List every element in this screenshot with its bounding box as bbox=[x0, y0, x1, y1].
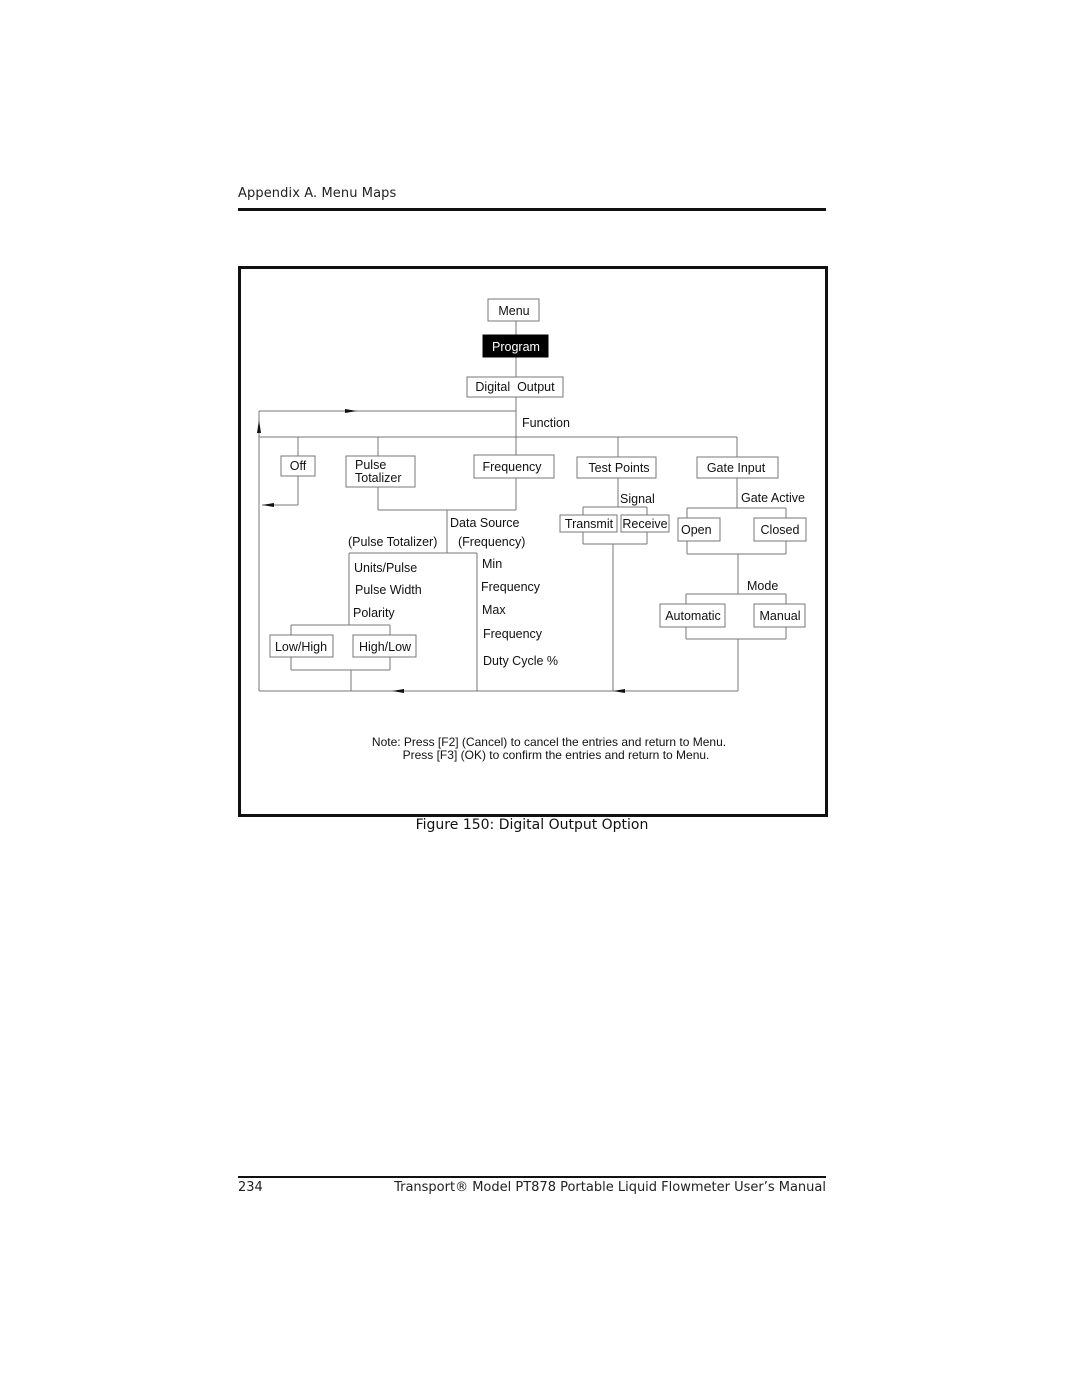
label-min: Min bbox=[482, 557, 502, 571]
node-closed-label: Closed bbox=[761, 523, 800, 537]
arrow-up-icon bbox=[257, 420, 261, 433]
node-pulse-totalizer-label-2: Totalizer bbox=[355, 471, 402, 485]
arrow-left-icon bbox=[392, 689, 404, 693]
node-frequency: Frequency bbox=[473, 454, 555, 479]
node-pulse-totalizer: Pulse Totalizer bbox=[345, 455, 416, 488]
node-low-high: Low/High bbox=[269, 634, 334, 658]
node-off: Off bbox=[280, 455, 316, 477]
node-open: Open bbox=[677, 517, 721, 542]
arrow-left-icon bbox=[262, 503, 274, 507]
node-menu-label: Menu bbox=[498, 304, 529, 318]
label-duty-cycle: Duty Cycle % bbox=[483, 654, 558, 668]
label-signal: Signal bbox=[620, 492, 655, 506]
note-line-2: Press [F3] (OK) to confirm the entries a… bbox=[403, 748, 710, 762]
node-automatic: Automatic bbox=[659, 603, 726, 628]
node-gate-input: Gate Input bbox=[696, 456, 779, 479]
label-min-frequency: Frequency bbox=[481, 580, 541, 594]
label-pulse-width: Pulse Width bbox=[355, 583, 422, 597]
manual-title: Transport® Model PT878 Portable Liquid F… bbox=[394, 1180, 826, 1195]
node-digital-output-label: Digital Output bbox=[475, 380, 555, 394]
page-number: 234 bbox=[238, 1180, 263, 1195]
node-manual: Manual bbox=[753, 603, 806, 628]
node-high-low-label: High/Low bbox=[359, 640, 412, 654]
node-open-label: Open bbox=[681, 523, 712, 537]
label-polarity: Polarity bbox=[353, 606, 395, 620]
node-test-points-label: Test Points bbox=[588, 461, 649, 475]
node-off-label: Off bbox=[290, 459, 307, 473]
node-transmit: Transmit bbox=[559, 514, 618, 533]
node-test-points: Test Points bbox=[576, 456, 657, 479]
node-digital-output: Digital Output bbox=[466, 376, 564, 398]
label-function: Function bbox=[522, 416, 570, 430]
figure-caption: Figure 150: Digital Output Option bbox=[415, 817, 649, 833]
label-units-pulse: Units/Pulse bbox=[354, 561, 417, 575]
arrow-left-icon bbox=[613, 689, 625, 693]
label-frequency-source: (Frequency) bbox=[458, 535, 525, 549]
arrow-right-icon bbox=[345, 409, 357, 413]
footer-rule bbox=[238, 1176, 826, 1178]
node-low-high-label: Low/High bbox=[275, 640, 327, 654]
node-gate-input-label: Gate Input bbox=[707, 461, 766, 475]
node-program-label: Program bbox=[492, 340, 540, 354]
node-menu: Menu bbox=[487, 298, 540, 322]
label-gate-active: Gate Active bbox=[741, 491, 805, 505]
node-receive-label: Receive bbox=[622, 517, 667, 531]
node-closed: Closed bbox=[753, 517, 807, 542]
node-high-low: High/Low bbox=[352, 634, 417, 658]
node-automatic-label: Automatic bbox=[665, 609, 721, 623]
label-mode: Mode bbox=[747, 579, 778, 593]
label-data-source: Data Source bbox=[450, 516, 520, 530]
label-pulse-totalizer-source: (Pulse Totalizer) bbox=[348, 535, 437, 549]
node-receive: Receive bbox=[620, 514, 670, 533]
node-manual-label: Manual bbox=[760, 609, 801, 623]
node-program: Program bbox=[482, 334, 549, 358]
node-pulse-totalizer-label-1: Pulse bbox=[355, 458, 386, 472]
label-max-frequency: Frequency bbox=[483, 627, 543, 641]
node-frequency-label: Frequency bbox=[482, 460, 542, 474]
label-max: Max bbox=[482, 603, 506, 617]
note-line-1: Note: Press [F2] (Cancel) to cancel the … bbox=[372, 735, 726, 749]
node-transmit-label: Transmit bbox=[565, 517, 614, 531]
